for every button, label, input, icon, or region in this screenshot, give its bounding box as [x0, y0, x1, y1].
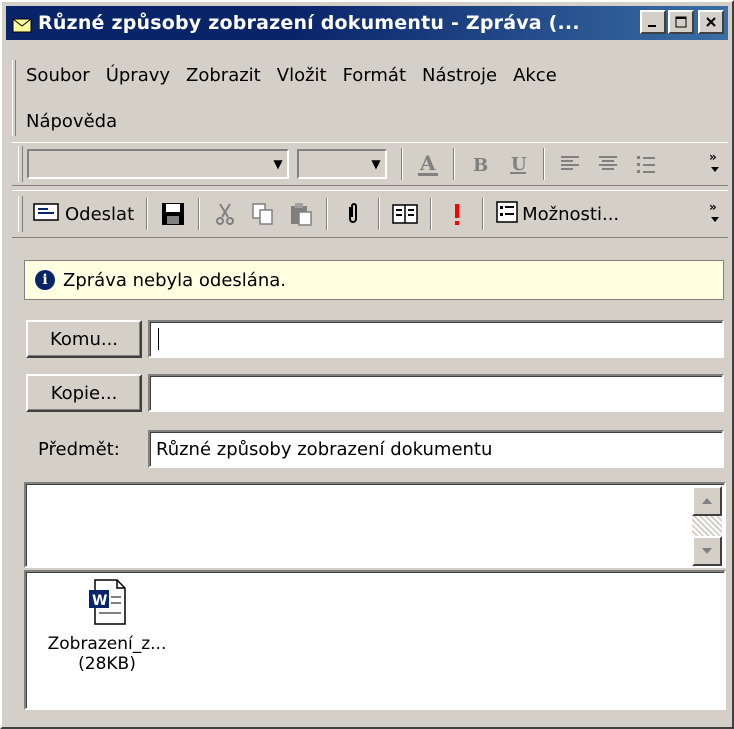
- options-button[interactable]: Možnosti...: [490, 197, 625, 231]
- subject-field-value: Různé způsoby zobrazení dokumentu: [156, 438, 493, 460]
- toolbar-separator: [543, 148, 545, 180]
- bold-icon[interactable]: B: [465, 149, 495, 179]
- attachment-item[interactable]: W Zobrazení_z... (28KB): [32, 578, 182, 674]
- maximize-icon: [675, 16, 687, 28]
- subject-field[interactable]: Různé způsoby zobrazení dokumentu: [148, 430, 724, 468]
- menu-akce[interactable]: Akce: [511, 65, 559, 86]
- word-document-icon: W: [87, 578, 127, 626]
- toolbar-separator: [326, 198, 329, 230]
- to-button-label: Komu...: [49, 328, 119, 350]
- message-window: Různé způsoby zobrazení dokumentu - Zprá…: [0, 0, 734, 729]
- attachment-name: Zobrazení_z...: [47, 634, 167, 654]
- send-icon: [33, 202, 59, 227]
- standard-toolbar: Odeslat Možnosti... »: [12, 190, 728, 238]
- toolbar-separator: [482, 198, 485, 230]
- subject-label: Předmět:: [38, 439, 120, 460]
- more-chevron-icon[interactable]: »: [708, 149, 722, 179]
- cc-button-label: Kopie...: [50, 382, 118, 404]
- info-bar: i Zpráva nebyla odeslána.: [24, 260, 724, 300]
- toolbar-separator: [453, 148, 455, 180]
- menu-format[interactable]: Formát: [341, 65, 408, 86]
- bullets-icon[interactable]: [631, 149, 661, 179]
- align-center-icon[interactable]: [593, 149, 623, 179]
- toolbar-separator: [378, 198, 381, 230]
- chevron-down-icon[interactable]: ▼: [269, 157, 287, 171]
- underline-icon[interactable]: U: [503, 149, 533, 179]
- vertical-scrollbar[interactable]: [692, 486, 722, 566]
- copy-icon[interactable]: [248, 199, 278, 229]
- toolbar-separator: [430, 198, 433, 230]
- menubar-grip[interactable]: [12, 60, 16, 136]
- menu-zobrazit[interactable]: Zobrazit: [184, 65, 263, 86]
- paste-icon[interactable]: [286, 199, 316, 229]
- title-bar[interactable]: Různé způsoby zobrazení dokumentu - Zprá…: [6, 6, 728, 40]
- svg-text:U: U: [511, 154, 527, 175]
- send-label: Odeslat: [65, 203, 135, 225]
- toolbar-grip[interactable]: [18, 146, 23, 182]
- chevron-down-icon: [702, 548, 712, 554]
- text-cursor: [158, 328, 159, 350]
- attach-icon[interactable]: [338, 199, 368, 229]
- cc-button[interactable]: Kopie...: [26, 374, 142, 412]
- align-left-icon[interactable]: [555, 149, 585, 179]
- options-label: Možnosti...: [522, 203, 620, 225]
- cut-icon[interactable]: [210, 199, 240, 229]
- message-body[interactable]: [24, 482, 726, 568]
- font-name-combo[interactable]: ▼: [27, 149, 289, 179]
- toolbar-separator: [146, 198, 149, 230]
- to-button[interactable]: Komu...: [26, 320, 142, 358]
- toolbar-separator: [401, 148, 403, 180]
- close-button[interactable]: [698, 10, 724, 34]
- send-button[interactable]: Odeslat: [27, 197, 140, 231]
- options-icon: [496, 200, 518, 229]
- font-color-icon[interactable]: A: [413, 149, 443, 179]
- chevron-down-icon[interactable]: ▼: [367, 157, 385, 171]
- svg-text:»: »: [709, 150, 717, 164]
- svg-text:A: A: [419, 151, 436, 175]
- menu-vlozit[interactable]: Vložit: [275, 65, 329, 86]
- menu-nastroje[interactable]: Nástroje: [420, 65, 499, 86]
- save-icon[interactable]: [158, 199, 188, 229]
- info-icon: i: [35, 270, 55, 290]
- toolbar-grip[interactable]: [18, 196, 23, 232]
- more-chevron-icon[interactable]: »: [708, 199, 722, 229]
- formatting-toolbar: ▼ ▼ A B U »: [12, 142, 728, 186]
- cc-field[interactable]: [148, 374, 724, 412]
- chevron-up-icon: [702, 498, 712, 504]
- minimize-button[interactable]: [640, 10, 666, 34]
- svg-text:W: W: [92, 593, 107, 609]
- menu-napoveda[interactable]: Nápověda: [24, 111, 119, 132]
- menu-upravy[interactable]: Úpravy: [104, 65, 172, 86]
- menubar: Soubor Úpravy Zobrazit Vložit Formát Nás…: [24, 60, 724, 136]
- attachment-well: W Zobrazení_z... (28KB): [24, 570, 726, 710]
- scroll-up-button[interactable]: [692, 486, 722, 516]
- attachment-size: (28KB): [78, 654, 136, 674]
- address-book-icon[interactable]: [390, 199, 420, 229]
- window-title: Různé způsoby zobrazení dokumentu - Zprá…: [38, 12, 580, 34]
- info-message: Zpráva nebyla odeslána.: [63, 269, 286, 291]
- to-field[interactable]: [148, 320, 724, 358]
- svg-text:B: B: [473, 155, 488, 176]
- font-size-combo[interactable]: ▼: [297, 149, 387, 179]
- scroll-down-button[interactable]: [692, 536, 722, 566]
- importance-icon[interactable]: [442, 199, 472, 229]
- close-icon: [706, 17, 716, 27]
- toolbar-separator: [198, 198, 201, 230]
- envelope-icon: [12, 16, 32, 32]
- svg-text:»: »: [709, 200, 717, 214]
- maximize-button[interactable]: [668, 10, 694, 34]
- minimize-icon: [648, 25, 656, 27]
- window-controls: [640, 10, 724, 34]
- menu-soubor[interactable]: Soubor: [24, 65, 92, 86]
